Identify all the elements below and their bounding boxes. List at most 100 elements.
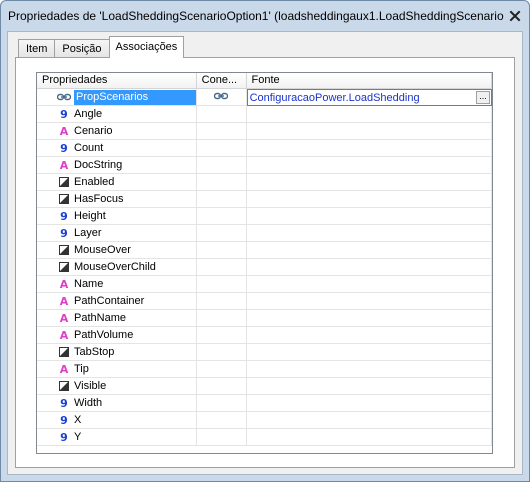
table-row[interactable]: A DocString — [37, 157, 492, 174]
source-cell[interactable] — [246, 225, 492, 242]
table-row[interactable]: A Name — [37, 276, 492, 293]
table-row[interactable]: A PathVolume — [37, 327, 492, 344]
property-cell[interactable]: PropScenarios — [37, 89, 197, 106]
column-header-source[interactable]: Fonte — [247, 73, 492, 89]
property-cell[interactable]: A PathContainer — [37, 293, 197, 310]
property-cell[interactable]: MouseOver — [37, 242, 197, 259]
property-cell[interactable]: 9 Height — [37, 208, 197, 225]
table-row[interactable]: 9 Layer — [37, 225, 492, 242]
tab-posicao[interactable]: Posição — [54, 39, 110, 58]
property-cell[interactable]: Enabled — [37, 174, 197, 191]
table-row[interactable]: A PathName — [37, 310, 492, 327]
property-cell[interactable]: MouseOverChild — [37, 259, 197, 276]
table-row[interactable]: TabStop — [37, 344, 492, 361]
property-cell[interactable]: A PathVolume — [37, 327, 197, 344]
source-cell[interactable] — [246, 361, 492, 378]
connection-cell[interactable] — [196, 344, 247, 361]
source-cell[interactable] — [246, 395, 492, 412]
table-row[interactable]: A PathContainer — [37, 293, 492, 310]
browse-source-button[interactable]: ... — [476, 91, 490, 104]
source-cell[interactable] — [246, 242, 492, 259]
connection-cell[interactable] — [196, 140, 247, 157]
boolean-type-icon — [57, 176, 71, 189]
connection-cell[interactable] — [196, 361, 247, 378]
property-cell[interactable]: A Cenario — [37, 123, 197, 140]
property-cell[interactable]: 9X — [37, 412, 197, 429]
associations-grid[interactable]: Propriedades Cone... Fonte PropScenarios… — [36, 72, 493, 454]
table-row[interactable]: A Cenario — [37, 123, 492, 140]
source-cell[interactable] — [246, 344, 492, 361]
source-cell[interactable] — [246, 412, 492, 429]
source-cell[interactable] — [246, 429, 492, 446]
property-cell[interactable]: 9 Angle — [37, 106, 197, 123]
number-type-icon: 9 — [60, 226, 68, 240]
property-cell[interactable]: A Name — [37, 276, 197, 293]
connection-cell[interactable] — [196, 276, 247, 293]
connection-cell[interactable] — [196, 395, 247, 412]
property-cell[interactable]: 9 Layer — [37, 225, 197, 242]
property-cell[interactable]: A PathName — [37, 310, 197, 327]
source-cell[interactable] — [246, 191, 492, 208]
property-cell[interactable]: 9 Count — [37, 140, 197, 157]
source-cell[interactable] — [246, 106, 492, 123]
connection-cell[interactable] — [196, 174, 247, 191]
property-cell[interactable]: A DocString — [37, 157, 197, 174]
connection-cell[interactable] — [196, 327, 247, 344]
column-header-connection[interactable]: Cone... — [197, 73, 247, 89]
connection-cell[interactable] — [196, 242, 247, 259]
connection-cell[interactable] — [196, 157, 247, 174]
connection-cell[interactable] — [196, 123, 247, 140]
table-row[interactable]: Enabled — [37, 174, 492, 191]
connection-cell[interactable] — [196, 310, 247, 327]
connection-cell[interactable] — [196, 293, 247, 310]
source-cell[interactable] — [246, 208, 492, 225]
source-cell[interactable] — [246, 174, 492, 191]
property-name: Height — [74, 209, 106, 222]
property-cell[interactable]: 9Y — [37, 429, 197, 446]
number-type-icon: 9 — [60, 396, 68, 410]
connection-cell[interactable] — [196, 208, 247, 225]
table-row[interactable]: 9 Height — [37, 208, 492, 225]
connection-cell[interactable] — [196, 225, 247, 242]
property-cell[interactable]: A Tip — [37, 361, 197, 378]
tab-item[interactable]: Item — [18, 39, 56, 58]
property-cell[interactable]: 9 Width — [37, 395, 197, 412]
property-cell[interactable]: HasFocus — [37, 191, 197, 208]
table-row[interactable]: 9Y — [37, 429, 492, 446]
source-cell[interactable] — [246, 123, 492, 140]
column-header-property[interactable]: Propriedades — [37, 73, 197, 89]
source-cell[interactable] — [246, 293, 492, 310]
source-cell[interactable] — [246, 157, 492, 174]
connection-cell[interactable] — [196, 429, 247, 446]
table-row[interactable]: MouseOver — [37, 242, 492, 259]
source-cell[interactable] — [246, 378, 492, 395]
source-cell[interactable] — [246, 259, 492, 276]
close-button[interactable] — [506, 7, 524, 25]
title-bar[interactable]: Propriedades de 'LoadSheddingScenarioOpt… — [1, 1, 529, 31]
table-row[interactable]: 9X — [37, 412, 492, 429]
table-row[interactable]: 9 Width — [37, 395, 492, 412]
tab-strip: Item Posição Associações — [18, 36, 185, 58]
source-cell[interactable]: ConfiguracaoPower.LoadShedding... — [246, 89, 492, 106]
connection-cell[interactable] — [196, 89, 247, 106]
connection-cell[interactable] — [196, 259, 247, 276]
table-row[interactable]: MouseOverChild — [37, 259, 492, 276]
table-row[interactable]: HasFocus — [37, 191, 492, 208]
property-cell[interactable]: Visible — [37, 378, 197, 395]
tab-associacoes[interactable]: Associações — [108, 36, 185, 58]
property-cell[interactable]: TabStop — [37, 344, 197, 361]
connection-cell[interactable] — [196, 412, 247, 429]
table-row[interactable]: Visible — [37, 378, 492, 395]
table-row[interactable]: 9 Angle — [37, 106, 492, 123]
table-row[interactable]: 9 Count — [37, 140, 492, 157]
source-value: ConfiguracaoPower.LoadShedding — [249, 91, 420, 104]
source-cell[interactable] — [246, 276, 492, 293]
connection-cell[interactable] — [196, 378, 247, 395]
connection-cell[interactable] — [196, 191, 247, 208]
table-row[interactable]: A Tip — [37, 361, 492, 378]
source-cell[interactable] — [246, 140, 492, 157]
source-cell[interactable] — [246, 327, 492, 344]
table-row[interactable]: PropScenarios ConfiguracaoPower.LoadShedd… — [37, 89, 492, 106]
source-cell[interactable] — [246, 310, 492, 327]
connection-cell[interactable] — [196, 106, 247, 123]
